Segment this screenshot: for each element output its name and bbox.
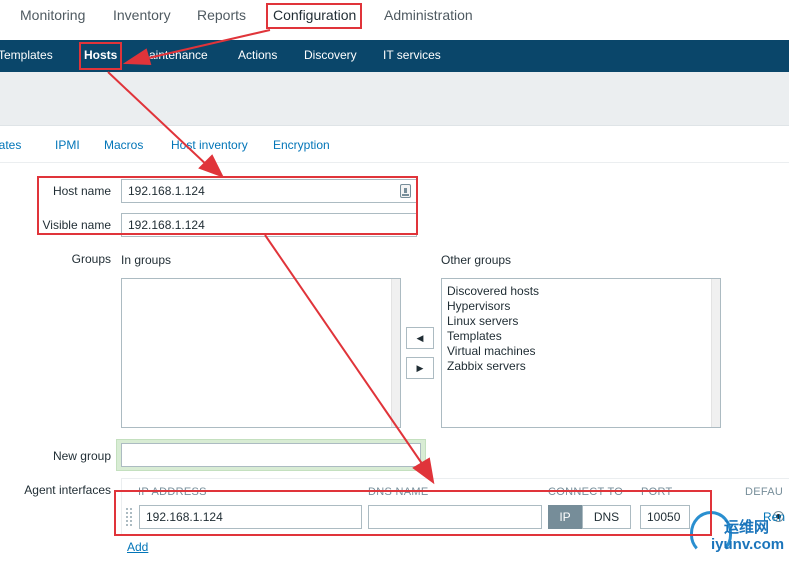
page-header-band [0,72,789,126]
annotation-box-hosts [79,42,122,70]
annotation-box-configuration [266,3,362,29]
annotation-box-interface [114,490,712,536]
subnav-discovery[interactable]: Discovery [304,48,357,62]
arrow-left-icon: ◀ [416,332,424,343]
topnav-inventory[interactable]: Inventory [113,7,171,23]
tab-host-inventory[interactable]: Host inventory [171,138,248,152]
watermark-bottom-text: iyunv.com [711,536,785,553]
list-item[interactable]: Linux servers [447,314,715,329]
other-groups-list[interactable]: Discovered hosts Hypervisors Linux serve… [441,278,721,428]
new-group-input[interactable] [121,443,421,467]
list-item[interactable]: Hypervisors [447,299,715,314]
form-tabs: lates IPMI Macros Host inventory Encrypt… [0,127,789,163]
subnav-templates[interactable]: Templates [0,48,53,62]
other-groups-scrollbar[interactable] [711,279,720,427]
move-left-button[interactable]: ◀ [406,327,434,349]
list-item[interactable]: Templates [447,329,715,344]
tab-ipmi[interactable]: IPMI [55,138,80,152]
in-groups-list[interactable] [121,278,401,428]
in-groups-label: In groups [121,253,172,267]
annotation-box-names [37,176,418,235]
col-default: DEFAU [745,486,784,498]
agent-interfaces-label: Agent interfaces [24,483,111,497]
tab-encryption[interactable]: Encryption [273,138,330,152]
topnav-reports[interactable]: Reports [197,7,246,23]
topnav-administration[interactable]: Administration [384,7,473,23]
subnav-it-services[interactable]: IT services [383,48,441,62]
list-item[interactable]: Discovered hosts [447,284,715,299]
watermark-top-text: 运维网 [724,518,770,536]
tab-macros[interactable]: Macros [104,138,143,152]
subnav-actions[interactable]: Actions [238,48,277,62]
in-groups-scrollbar[interactable] [391,279,400,427]
tab-templates[interactable]: lates [0,138,21,152]
arrow-right-icon: ▶ [416,362,424,373]
move-right-button[interactable]: ▶ [406,357,434,379]
other-groups-label: Other groups [441,253,512,267]
list-item[interactable]: Virtual machines [447,344,715,359]
topnav-monitoring[interactable]: Monitoring [20,7,85,23]
subnav-maintenance[interactable]: aintenance [149,48,208,62]
add-interface-link[interactable]: Add [127,540,148,554]
list-item[interactable]: Zabbix servers [447,359,715,374]
new-group-label: New group [52,449,111,463]
groups-label: Groups [71,252,111,266]
